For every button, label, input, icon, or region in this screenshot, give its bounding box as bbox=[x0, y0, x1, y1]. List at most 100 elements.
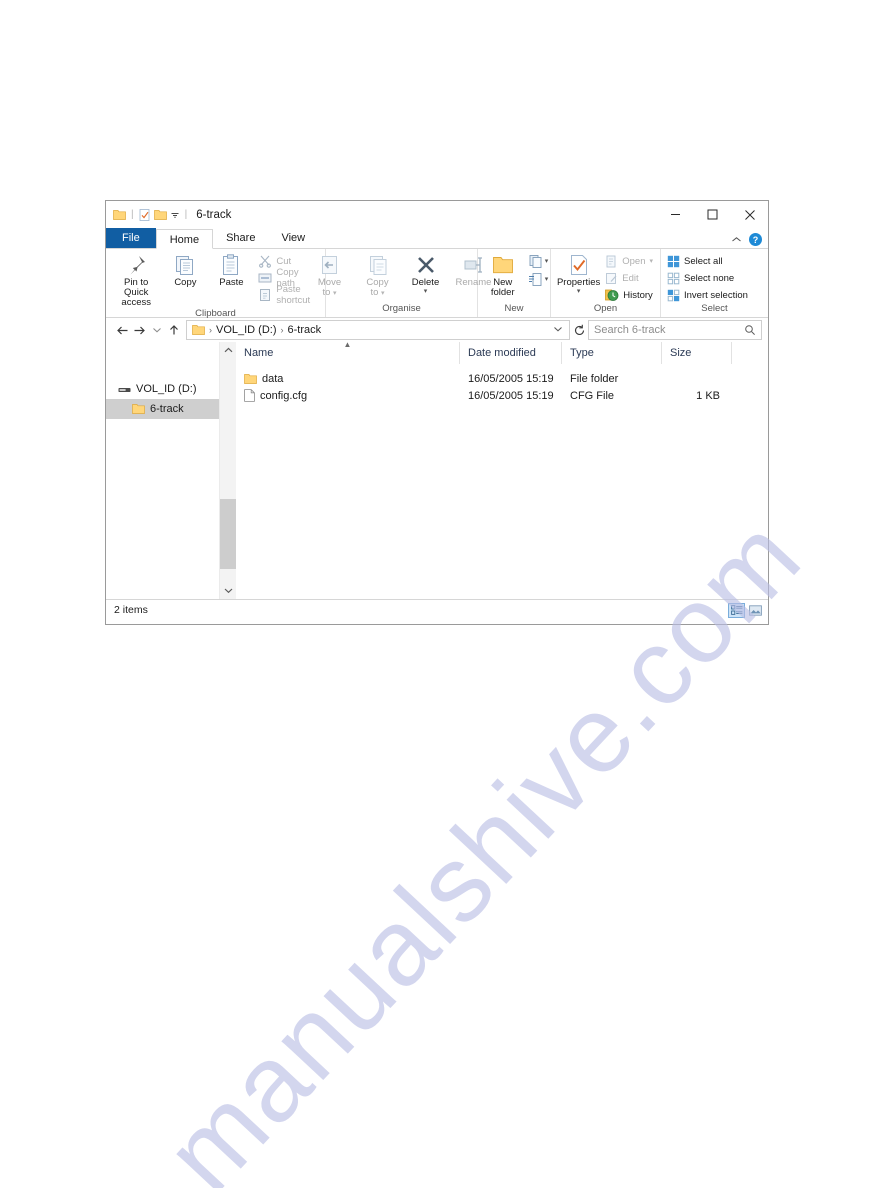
file-list-empty-area[interactable] bbox=[236, 404, 768, 599]
easy-access-icon bbox=[528, 272, 544, 287]
edit-label: Edit bbox=[622, 272, 639, 284]
refresh-button[interactable] bbox=[570, 320, 588, 340]
paste-button[interactable]: Paste bbox=[208, 252, 254, 288]
tab-view[interactable]: View bbox=[268, 228, 318, 248]
column-header-label: Type bbox=[570, 347, 594, 359]
breadcrumb-item-drive[interactable]: VOL_ID (D:) bbox=[214, 324, 279, 336]
qat-separator-1: | bbox=[131, 209, 134, 220]
help-icon[interactable]: ? bbox=[749, 233, 762, 246]
nav-item-6-track[interactable]: 6-track bbox=[106, 399, 219, 419]
properties-button[interactable]: Properties ▾ bbox=[555, 252, 602, 295]
column-header-label: Date modified bbox=[468, 347, 536, 359]
open-icon bbox=[605, 255, 618, 268]
breadcrumb-separator: › bbox=[280, 325, 284, 335]
table-row[interactable]: config.cfg 16/05/2005 15:19 CFG File 1 K… bbox=[236, 387, 768, 404]
table-row[interactable]: data 16/05/2005 15:19 File folder bbox=[236, 370, 768, 387]
ribbon-group-organise: Move to ▾ Copy to ▾ Delete ▾ Rename Orga… bbox=[318, 249, 491, 317]
move-to-button[interactable]: Move to ▾ bbox=[307, 252, 353, 298]
breadcrumb-item-folder[interactable]: 6-track bbox=[286, 324, 324, 336]
chevron-down-icon: ▾ bbox=[544, 258, 549, 265]
arrow-up-icon bbox=[169, 325, 178, 335]
ribbon-group-title-select: Select bbox=[701, 303, 728, 314]
tab-home[interactable]: Home bbox=[155, 229, 214, 249]
chevron-up-icon[interactable] bbox=[731, 236, 742, 244]
close-icon[interactable] bbox=[731, 201, 768, 228]
folder-icon bbox=[190, 324, 207, 336]
delete-button[interactable]: Delete ▾ bbox=[403, 252, 449, 295]
type-cell: File folder bbox=[570, 372, 619, 385]
open-button[interactable]: Open ▾ bbox=[605, 253, 656, 269]
folder-icon[interactable] bbox=[113, 209, 126, 221]
address-dropdown-icon[interactable] bbox=[550, 325, 566, 335]
scroll-down-icon[interactable] bbox=[220, 582, 236, 599]
address-bar[interactable]: › VOL_ID (D:) › 6-track bbox=[186, 320, 570, 340]
back-button[interactable] bbox=[114, 320, 131, 340]
ribbon-tab-strip: File Home Share View ? bbox=[106, 228, 768, 249]
view-toggle-buttons bbox=[728, 602, 764, 618]
size-cell: 1 KB bbox=[696, 389, 720, 402]
scroll-up-icon[interactable] bbox=[220, 342, 236, 359]
select-none-button[interactable]: Select none bbox=[667, 270, 751, 286]
properties-checkmark-icon[interactable] bbox=[139, 208, 151, 221]
ribbon-group-open: Properties ▾ Open ▾ Edit History Open bbox=[551, 249, 661, 317]
folder-icon bbox=[244, 373, 257, 385]
chevron-down-icon[interactable] bbox=[170, 210, 180, 220]
forward-button[interactable] bbox=[131, 320, 148, 340]
recent-locations-button[interactable] bbox=[148, 320, 165, 340]
pin-to-quick-access-button[interactable]: Pin to Quick access bbox=[110, 252, 162, 308]
navigation-pane: VOL_ID (D:) 6-track bbox=[106, 342, 219, 599]
breadcrumb-separator: › bbox=[209, 325, 212, 335]
copy-to-label-2: to ▾ bbox=[370, 287, 385, 298]
pin-label-2: access bbox=[121, 297, 151, 308]
file-list-pane: ▲ Name Date modified Type Size data 16/0… bbox=[236, 340, 768, 599]
arrow-right-icon bbox=[134, 326, 145, 334]
file-name-cell[interactable]: data bbox=[236, 373, 460, 385]
new-folder-button[interactable]: New folder bbox=[480, 252, 526, 298]
column-header-date-modified[interactable]: Date modified bbox=[460, 342, 562, 364]
delete-label: Delete bbox=[411, 277, 440, 288]
chevron-down-icon: ▾ bbox=[649, 257, 653, 265]
edit-button[interactable]: Edit bbox=[605, 270, 656, 286]
chevron-down-icon: ▾ bbox=[381, 290, 385, 297]
file-name-cell[interactable]: config.cfg bbox=[236, 389, 460, 402]
column-header-type[interactable]: Type bbox=[562, 342, 662, 364]
tab-file[interactable]: File bbox=[106, 228, 156, 248]
refresh-icon bbox=[574, 324, 584, 335]
move-to-label-2: to ▾ bbox=[322, 287, 337, 298]
nav-item-vol-id[interactable]: VOL_ID (D:) bbox=[106, 379, 219, 399]
new-item-button[interactable]: ▾ bbox=[528, 254, 549, 269]
copy-button[interactable]: Copy bbox=[162, 252, 208, 288]
details-view-button[interactable] bbox=[728, 602, 745, 618]
column-header-name[interactable]: ▲ Name bbox=[236, 340, 460, 364]
history-button[interactable]: History bbox=[605, 287, 656, 303]
tab-share[interactable]: Share bbox=[213, 228, 268, 248]
sort-ascending-icon: ▲ bbox=[343, 340, 352, 349]
search-box[interactable]: Search 6-track bbox=[588, 320, 762, 340]
invert-selection-button[interactable]: Invert selection bbox=[667, 287, 751, 303]
title-bar: | | 6-track bbox=[106, 201, 768, 228]
easy-access-button[interactable]: ▾ bbox=[528, 272, 548, 287]
maximize-icon[interactable] bbox=[694, 201, 731, 228]
select-none-label: Select none bbox=[684, 272, 735, 284]
ribbon-group-new: New folder ▾ ▾ New bbox=[478, 249, 551, 317]
copy-to-button[interactable]: Copy to ▾ bbox=[355, 252, 401, 298]
details-view-icon bbox=[730, 604, 742, 615]
magnifier-icon[interactable] bbox=[744, 324, 756, 336]
invert-selection-icon bbox=[667, 289, 680, 302]
select-all-button[interactable]: Select all bbox=[667, 253, 751, 269]
navigation-scrollbar[interactable] bbox=[219, 342, 236, 599]
minimize-icon[interactable] bbox=[657, 201, 694, 228]
paste-shortcut-icon bbox=[258, 288, 272, 302]
ribbon-group-select: Select all Select none Invert selection bbox=[661, 249, 768, 317]
column-header-size[interactable]: Size bbox=[662, 342, 732, 364]
scrollbar-track[interactable] bbox=[220, 359, 236, 582]
folder-icon[interactable] bbox=[153, 209, 167, 221]
select-all-icon bbox=[667, 255, 680, 268]
up-button[interactable] bbox=[165, 320, 182, 340]
quick-access-toolbar: | | 6-track bbox=[106, 209, 231, 221]
paste-label: Paste bbox=[219, 277, 244, 288]
new-folder-label-2: folder bbox=[490, 287, 515, 298]
search-input[interactable]: Search 6-track bbox=[594, 324, 744, 336]
large-icons-view-button[interactable] bbox=[747, 603, 764, 618]
scrollbar-thumb[interactable] bbox=[220, 499, 236, 569]
